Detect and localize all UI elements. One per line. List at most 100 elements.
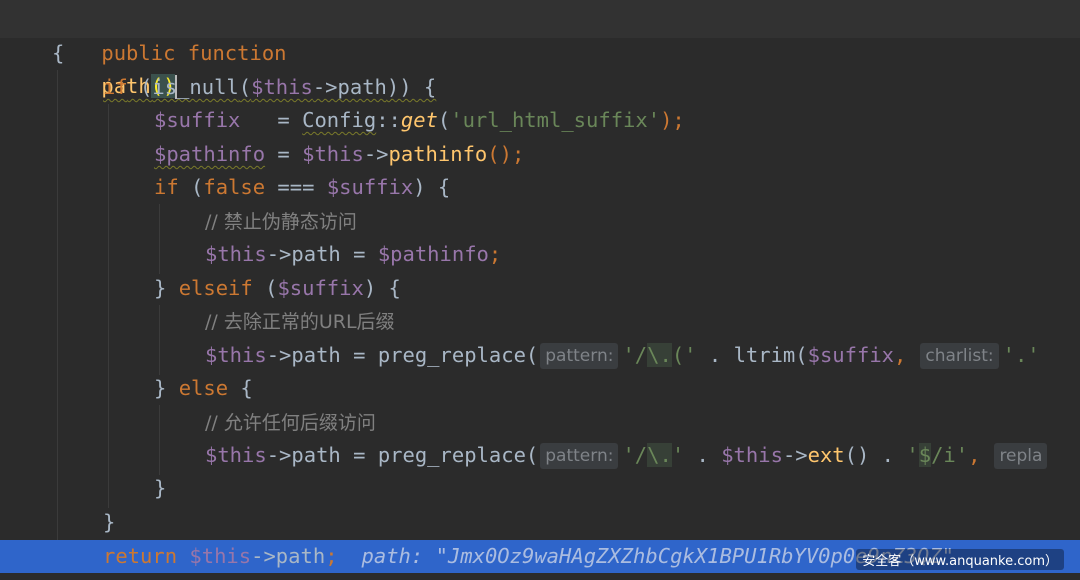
comment: // 去除正常的URL后缀 [205,311,395,333]
class-name: Config [302,108,377,132]
variable: $pathinfo [377,242,489,266]
text: ); [660,108,685,132]
text: { [228,376,253,400]
text: ( [127,75,153,99]
function-call: preg_replace [377,343,526,367]
variable: $suffix [277,276,364,300]
keyword: else [178,376,229,400]
string: '/ [622,443,648,467]
code-line-2[interactable]: { [52,37,64,70]
code-line-14[interactable]: $this->path = preg_replace(pattern: '/\.'… [205,439,1051,472]
text: (); [487,142,525,166]
code-line-10[interactable]: // 去除正常的URL后缀 [205,305,395,338]
param-hint-pattern: pattern: [540,343,619,369]
param-hint-charlist: charlist: [920,343,999,369]
string: /i' [931,443,969,467]
code-line-9[interactable]: } elseif ($suffix) { [154,272,401,305]
text: , [894,343,907,367]
text: ) { [413,175,451,199]
code-line-3[interactable]: if (is_null($this->path)) { [103,71,436,104]
string: 'url_html_suffix' [450,108,661,132]
variable: $this [205,242,267,266]
text: () [844,443,870,467]
code-line-17[interactable]: return $this->path; path: "Jmx0Oz9waHAgZX… [103,540,954,573]
variable: $this [302,142,364,166]
text: ( [525,343,539,367]
string: '/ [622,343,648,367]
text: ( [178,175,204,199]
code-editor[interactable]: public function path() { if (is_null($th… [0,0,1080,580]
escape-seq: \. [647,343,672,367]
arrow: -> [782,443,808,467]
variable: $suffix [154,108,241,132]
code-line-6[interactable]: if (false === $suffix) { [154,171,450,204]
variable: $this [205,343,267,367]
string: (' [671,343,697,367]
escape-seq: $ [918,443,932,467]
text: ) { [363,276,401,300]
comment: // 禁止伪静态访问 [205,211,357,233]
variable: $suffix [326,175,414,199]
assign: = [240,108,303,132]
text: ( [795,343,808,367]
code-line-11[interactable]: $this->path = preg_replace(pattern: '/\.(… [205,339,1040,372]
code-line-15[interactable]: } [154,472,166,505]
keyword: false [203,175,266,199]
assign: = [340,242,378,266]
string: '.' [1002,343,1040,367]
code-line-8[interactable]: $this->path = $pathinfo; [205,238,501,271]
concat: . [684,443,722,467]
indent-guide [159,305,160,375]
keyword: return [103,544,178,568]
indent-guide [159,204,160,274]
indent-guide [159,405,160,475]
method-call: pathinfo [388,142,488,166]
assign: = [340,343,378,367]
watermark: 安全客（www.anquanke.com） [856,549,1064,570]
text: ( [238,75,252,99]
property: ->path [251,544,326,568]
code-line-13[interactable]: // 允许任何后缀访问 [205,406,376,439]
operator: === [265,175,327,199]
function-call: is_null [152,75,239,99]
text: ( [525,443,539,467]
code-line-7[interactable]: // 禁止伪静态访问 [205,205,357,238]
concat: . [869,443,907,467]
brace: } [103,510,116,534]
text: , [968,443,981,467]
variable: $this [251,75,313,99]
brace: { [52,41,65,65]
code-line-5[interactable]: $pathinfo = $this->pathinfo(); [154,138,524,171]
function-call: ltrim [733,343,796,367]
code-line-16[interactable]: } [103,506,115,539]
param-hint-pattern: pattern: [540,443,619,469]
indent-guide [57,70,58,540]
text: ( [437,108,451,132]
property: ->path [312,75,387,99]
text [177,544,189,568]
code-line-4[interactable]: $suffix = Config::get('url_html_suffix')… [154,104,685,137]
text: ( [252,276,278,300]
scope-sep: :: [376,108,401,132]
variable: $this [721,443,783,467]
comment: // 允许任何后缀访问 [205,412,376,434]
text: ; [325,544,338,568]
method-call: get [400,108,438,132]
code-line-12[interactable]: } else { [154,372,253,405]
indent-guide [108,104,109,508]
property: ->path [266,443,341,467]
code-line-1[interactable]: public function path() [52,4,287,99]
method-call: ext [807,443,845,467]
function-call: preg_replace [377,443,526,467]
keyword: public function [101,41,287,65]
string: ' [671,443,685,467]
arrow: -> [363,142,389,166]
keyword: if [103,75,128,99]
escape-seq: \. [647,443,672,467]
assign: = [265,142,303,166]
keyword: if [154,175,179,199]
text: ; [488,242,502,266]
property: ->path [266,343,341,367]
keyword: elseif [178,276,253,300]
text: } [154,276,179,300]
